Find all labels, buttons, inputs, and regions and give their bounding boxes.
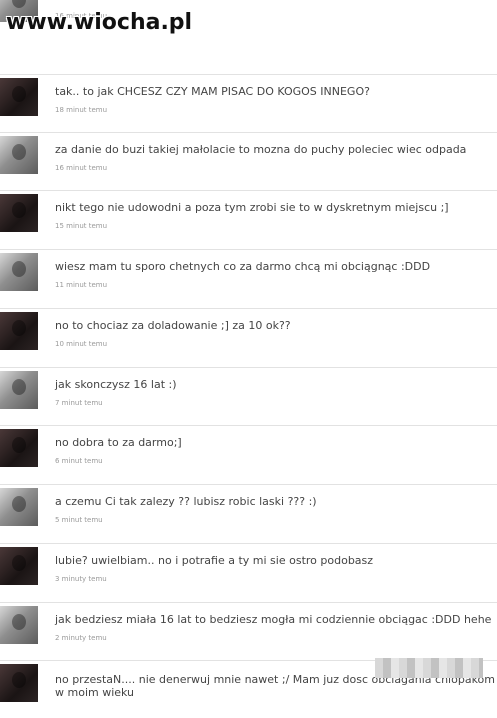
- message-text: za danie do buzi takiej małolacie to moz…: [55, 143, 467, 156]
- avatar[interactable]: [0, 488, 38, 526]
- message-text: tak.. to jak CHCESZ CZY MAM PISAC DO KOG…: [55, 85, 370, 98]
- message-item: jak skonczysz 16 lat :) 7 minut temu: [0, 367, 497, 425]
- message-time: 10 minut temu: [55, 340, 108, 348]
- avatar-face: [12, 496, 26, 512]
- avatar-face: [12, 144, 26, 160]
- avatar[interactable]: [0, 664, 38, 702]
- message-time: 16 minut temu: [55, 164, 108, 172]
- avatar-face: [12, 437, 26, 453]
- avatar[interactable]: [0, 312, 38, 350]
- message-item: a czemu Ci tak zalezy ?? lubisz robic la…: [0, 484, 497, 542]
- message-time: 15 minut temu: [55, 222, 108, 230]
- message-text: wiesz mam tu sporo chetnych co za darmo …: [55, 260, 431, 273]
- avatar[interactable]: [0, 253, 38, 291]
- blurred-redaction: [375, 658, 483, 678]
- message-time: 6 minut temu: [55, 457, 103, 465]
- message-item: za danie do buzi takiej małolacie to moz…: [0, 132, 497, 190]
- message-item: wiesz mam tu sporo chetnych co za darmo …: [0, 249, 497, 307]
- message-time: 5 minut temu: [55, 516, 103, 524]
- message-item: no dobra to za darmo;] 6 minut temu: [0, 425, 497, 483]
- message-time: 7 minut temu: [55, 399, 103, 407]
- avatar-face: [12, 672, 26, 688]
- avatar[interactable]: [0, 547, 38, 585]
- avatar-face: [12, 202, 26, 218]
- message-item: lubie? uwielbiam.. no i potrafie a ty mi…: [0, 543, 497, 601]
- avatar-face: [12, 614, 26, 630]
- avatar-face: [12, 379, 26, 395]
- avatar[interactable]: [0, 136, 38, 174]
- message-text: jak bedziesz miała 16 lat to bedziesz mo…: [55, 613, 492, 626]
- message-item: no to chociaz za doladowanie ;] za 10 ok…: [0, 308, 497, 366]
- avatar-face: [12, 86, 26, 102]
- message-item: nikt tego nie udowodni a poza tym zrobi …: [0, 190, 497, 248]
- avatar[interactable]: [0, 78, 38, 116]
- message-text: lubie? uwielbiam.. no i potrafie a ty mi…: [55, 554, 374, 567]
- message-time: 2 minuty temu: [55, 634, 107, 642]
- message-item: tak.. to jak CHCESZ CZY MAM PISAC DO KOG…: [0, 74, 497, 132]
- message-item: jak bedziesz miała 16 lat to bedziesz mo…: [0, 602, 497, 660]
- message-text: no to chociaz za doladowanie ;] za 10 ok…: [55, 319, 291, 332]
- message-text: jak skonczysz 16 lat :): [55, 378, 177, 391]
- message-text: no dobra to za darmo;]: [55, 436, 182, 449]
- avatar[interactable]: [0, 194, 38, 232]
- avatar[interactable]: [0, 371, 38, 409]
- message-time: 3 minuty temu: [55, 575, 107, 583]
- avatar-face: [12, 261, 26, 277]
- watermark: www.wiocha.pl: [6, 10, 193, 35]
- avatar[interactable]: [0, 429, 38, 467]
- message-time: 11 minut temu: [55, 281, 108, 289]
- message-text: nikt tego nie udowodni a poza tym zrobi …: [55, 201, 449, 214]
- avatar[interactable]: [0, 606, 38, 644]
- avatar-face: [12, 0, 26, 8]
- message-text: a czemu Ci tak zalezy ?? lubisz robic la…: [55, 495, 317, 508]
- avatar-face: [12, 320, 26, 336]
- avatar-face: [12, 555, 26, 571]
- message-time: 18 minut temu: [55, 106, 108, 114]
